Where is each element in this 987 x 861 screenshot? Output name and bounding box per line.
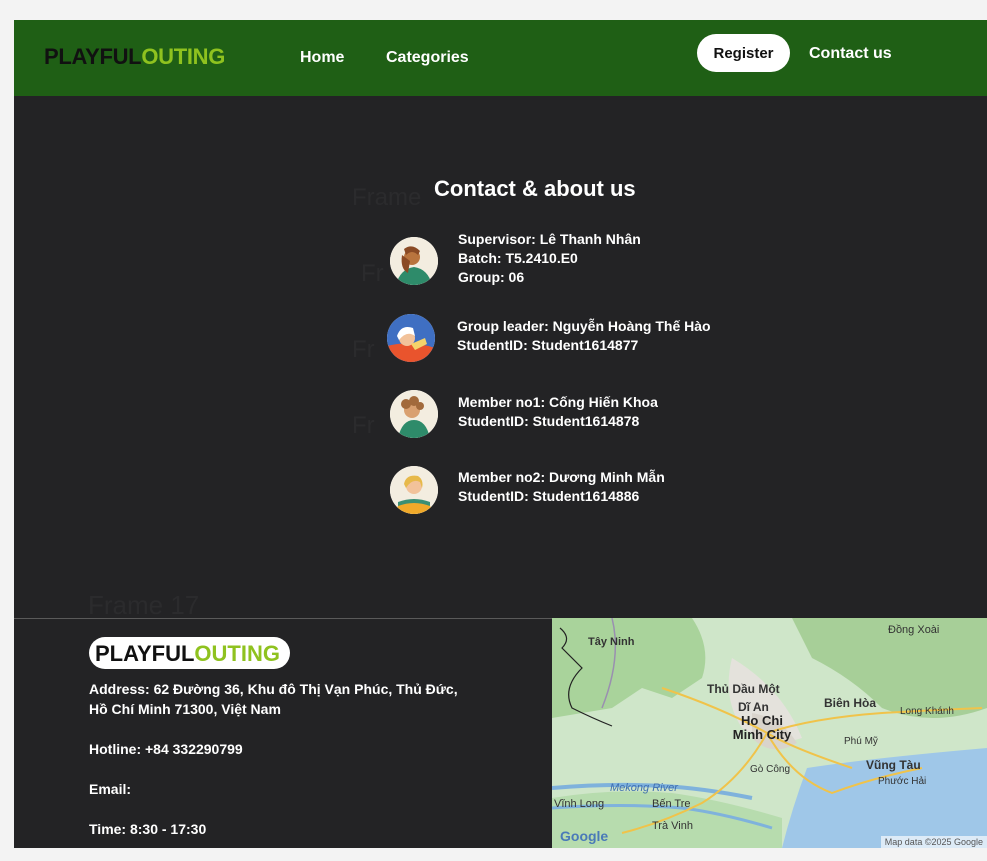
ghost-frame-label: Fr bbox=[352, 336, 375, 363]
map-label-di-an: Dĩ An bbox=[738, 700, 769, 714]
footer-hotline: Hotline: +84 332290799 bbox=[89, 741, 243, 757]
map-label-ben-tre: Bến Tre bbox=[652, 798, 691, 810]
map-label-bien-hoa: Biên Hòa bbox=[824, 696, 877, 710]
contact-title: Contact & about us bbox=[434, 176, 636, 201]
member2-student-id: StudentID: Student1614886 bbox=[458, 488, 640, 504]
footer-address-line2: Hồ Chí Minh 71300, Việt Nam bbox=[89, 701, 281, 717]
map-label-go-cong: Gò Công bbox=[750, 764, 791, 775]
map-label-phu-my: Phú Mỹ bbox=[844, 736, 878, 747]
leader-avatar bbox=[387, 314, 435, 362]
member2-info: Member no2: Dương Minh Mẫn StudentID: St… bbox=[458, 468, 665, 506]
brand-part1: PLAYFUL bbox=[44, 44, 142, 69]
leader-student-id: StudentID: Student1614877 bbox=[457, 337, 639, 353]
person-icon bbox=[390, 390, 438, 438]
map-label-hcm-line2: Minh City bbox=[732, 727, 792, 742]
ghost-frame-label: Frame bbox=[352, 184, 422, 211]
page-frame: PLAYFULOUTING Home Categories Register C… bbox=[14, 20, 987, 848]
google-logo: Google bbox=[560, 828, 609, 844]
member2-avatar bbox=[390, 466, 438, 514]
brand-part2: OUTING bbox=[141, 44, 226, 69]
person-icon bbox=[390, 466, 438, 514]
supervisor-group: Group: 06 bbox=[458, 269, 525, 285]
map-label-dong-xoai: Đồng Xoài bbox=[888, 624, 940, 636]
supervisor-batch: Batch: T5.2410.E0 bbox=[458, 250, 578, 266]
supervisor-name: Supervisor: Lê Thanh Nhân bbox=[458, 231, 641, 247]
ghost-frame-label: Fr bbox=[352, 412, 375, 439]
member1-info: Member no1: Cống Hiến Khoa StudentID: St… bbox=[458, 393, 658, 431]
footer-brand-part2: OUTING bbox=[194, 641, 280, 666]
person-icon bbox=[387, 314, 435, 362]
map-label-tra-vinh: Trà Vinh bbox=[652, 820, 693, 832]
member2-name: Member no2: Dương Minh Mẫn bbox=[458, 469, 665, 485]
brand-logo[interactable]: PLAYFULOUTING bbox=[44, 44, 225, 70]
map-attribution[interactable]: Map data ©2025 Google bbox=[880, 836, 987, 848]
footer-brand-part1: PLAYFUL bbox=[95, 641, 195, 666]
navbar: PLAYFULOUTING Home Categories Register C… bbox=[14, 20, 987, 96]
map-label-phuoc-hai: Phước Hải bbox=[878, 776, 927, 787]
map-label-tay-ninh: Tây Ninh bbox=[588, 636, 635, 648]
supervisor-info: Supervisor: Lê Thanh Nhân Batch: T5.2410… bbox=[458, 230, 641, 287]
map-label-vinh-long: Vĩnh Long bbox=[554, 798, 605, 810]
ghost-frame-label: Frame 17 bbox=[88, 590, 200, 620]
map-label-thu-dau-mot: Thủ Dầu Một bbox=[707, 682, 780, 696]
supervisor-avatar bbox=[390, 237, 438, 285]
map-label-hcm-line1: Ho Chi bbox=[741, 713, 783, 728]
map-label-mekong: Mekong River bbox=[610, 782, 678, 794]
map-label-vung-tau: Vũng Tàu bbox=[866, 758, 921, 772]
footer-time: Time: 8:30 - 17:30 bbox=[89, 821, 207, 837]
member1-avatar bbox=[390, 390, 438, 438]
nav-home-link[interactable]: Home bbox=[300, 49, 344, 67]
map-label-long-khanh: Long Khánh bbox=[900, 706, 954, 717]
nav-categories-link[interactable]: Categories bbox=[386, 49, 469, 67]
footer-brand-logo[interactable]: PLAYFULOUTING bbox=[89, 637, 290, 669]
nav-contact-link[interactable]: Contact us bbox=[809, 45, 892, 63]
location-map[interactable]: Tây Ninh Đồng Xoài Thủ Dầu Một Biên Hòa … bbox=[552, 618, 987, 848]
leader-name: Group leader: Nguyễn Hoàng Thế Hào bbox=[457, 318, 711, 334]
member1-name: Member no1: Cống Hiến Khoa bbox=[458, 394, 658, 410]
leader-info: Group leader: Nguyễn Hoàng Thế Hào Stude… bbox=[457, 317, 711, 355]
footer-address: Address: 62 Đường 36, Khu đô Thị Vạn Phú… bbox=[89, 679, 458, 719]
map-label-ho-chi-minh-city: Ho Chi Minh City bbox=[717, 714, 807, 742]
member1-student-id: StudentID: Student1614878 bbox=[458, 413, 640, 429]
register-button[interactable]: Register bbox=[697, 34, 790, 72]
person-icon bbox=[390, 237, 438, 285]
footer-email: Email: bbox=[89, 781, 132, 797]
footer-address-line1: Address: 62 Đường 36, Khu đô Thị Vạn Phú… bbox=[89, 681, 458, 697]
ghost-frame-label: Fr bbox=[361, 260, 384, 287]
